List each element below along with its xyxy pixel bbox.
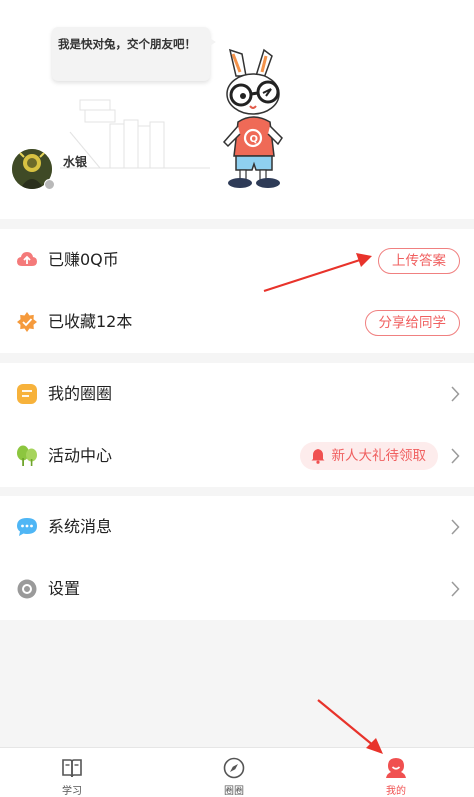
cloud-upload-icon — [17, 252, 37, 266]
tab-study-label: 学习 — [62, 786, 82, 797]
tab-circles[interactable]: 圈圈 — [184, 748, 284, 797]
share-to-classmates-button[interactable]: 分享给同学 — [364, 310, 460, 336]
new-user-gift-text: 新人大礼待领取 — [331, 448, 427, 464]
note-icon — [17, 384, 37, 404]
profile-header: 我是快对兔，交个朋友吧！ Q 水银 — [0, 0, 474, 219]
menu-group-stats: 已赚0Q币 上传答案 已收藏12本 分享给同学 — [0, 229, 474, 353]
chevron-right-icon — [451, 386, 460, 402]
star-badge-icon — [17, 312, 37, 332]
system-messages-row[interactable]: 系统消息 — [0, 496, 474, 558]
system-messages-label: 系统消息 — [48, 517, 113, 536]
speech-bubble-tail — [206, 36, 216, 48]
person-icon — [386, 758, 406, 778]
avatar-status-dot — [44, 179, 55, 190]
tree-icon — [17, 445, 37, 466]
tab-mine[interactable]: 我的 — [346, 748, 446, 797]
shirt-logo: Q — [250, 134, 259, 145]
my-circles-row[interactable]: 我的圈圈 — [0, 363, 474, 425]
compass-icon — [223, 757, 245, 779]
upload-answer-button[interactable]: 上传答案 — [378, 248, 460, 274]
tab-study[interactable]: 学习 — [22, 748, 122, 797]
bottom-tab-bar: 学习 圈圈 我的 — [0, 747, 474, 797]
chat-bubble-icon — [17, 518, 37, 536]
settings-row[interactable]: 设置 — [0, 558, 474, 620]
menu-group-system: 系统消息 设置 — [0, 496, 474, 620]
activity-center-label: 活动中心 — [48, 446, 113, 465]
username[interactable]: 水银 — [63, 153, 87, 170]
favorites-row[interactable]: 已收藏12本 分享给同学 — [0, 291, 474, 353]
chevron-right-icon — [451, 448, 460, 464]
activity-center-row[interactable]: 活动中心 新人大礼待领取 — [0, 425, 474, 487]
my-circles-label: 我的圈圈 — [48, 384, 113, 403]
gear-icon — [17, 579, 37, 599]
chevron-right-icon — [451, 581, 460, 597]
bell-icon — [311, 449, 324, 464]
speech-bubble-text: 我是快对兔，交个朋友吧！ — [58, 37, 196, 51]
coins-row[interactable]: 已赚0Q币 上传答案 — [0, 229, 474, 291]
menu-group-community: 我的圈圈 活动中心 新人大礼待领取 — [0, 363, 474, 487]
tab-circles-label: 圈圈 — [224, 786, 244, 797]
favorites-label: 已收藏12本 — [48, 312, 133, 331]
coins-label: 已赚0Q币 — [48, 250, 119, 269]
chevron-right-icon — [451, 519, 460, 535]
speech-bubble: 我是快对兔，交个朋友吧！ — [52, 27, 210, 81]
rabbit-mascot: Q — [222, 48, 283, 188]
settings-label: 设置 — [48, 579, 81, 598]
tab-mine-label: 我的 — [386, 786, 406, 797]
new-user-gift-badge[interactable]: 新人大礼待领取 — [299, 442, 438, 470]
book-icon — [62, 759, 82, 778]
